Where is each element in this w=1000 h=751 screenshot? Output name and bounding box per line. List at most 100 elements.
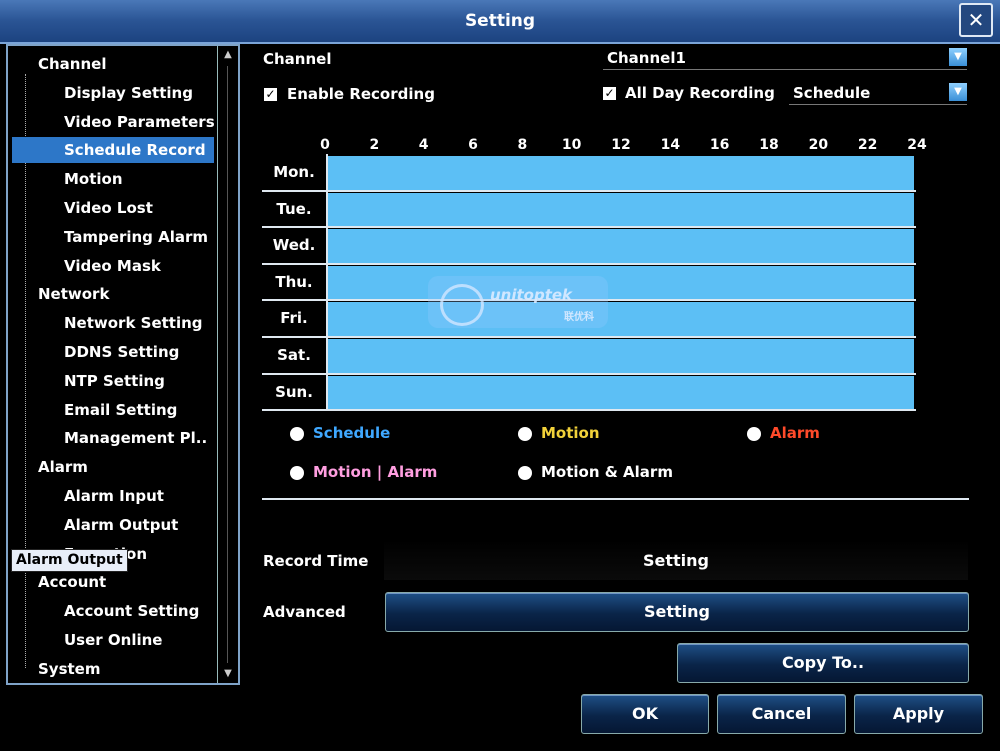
sidebar-item[interactable]: DDNS Setting: [64, 339, 179, 365]
settings-window: Setting ✕ Channel Display Setting Video Pa…: [0, 0, 1000, 751]
sidebar-item[interactable]: System: [38, 656, 100, 682]
close-icon: ✕: [967, 8, 985, 32]
sidebar-item[interactable]: Management Pl..: [64, 425, 207, 451]
chevron-down-icon: ▼: [949, 48, 967, 66]
hour-tick-label: 8: [517, 137, 528, 153]
sidebar-item[interactable]: Account: [38, 569, 106, 595]
legend-label: Alarm: [770, 424, 820, 442]
schedule-bar[interactable]: [328, 192, 914, 227]
scroll-track: [227, 66, 228, 663]
sidebar-item[interactable]: Video Lost: [64, 195, 153, 221]
sidebar-item[interactable]: Video Mask: [64, 253, 161, 279]
schedule-day-row[interactable]: Sun.: [262, 374, 916, 410]
hour-tick-label: 12: [611, 137, 631, 153]
day-label: Sun.: [275, 382, 313, 401]
record-type-value: Schedule: [793, 84, 871, 102]
sidebar-item[interactable]: Schedule Record: [12, 137, 214, 164]
sidebar-item[interactable]: Alarm Output: [64, 512, 178, 538]
record-time-setting-label: Setting: [643, 551, 709, 570]
legend-label: Schedule: [313, 424, 391, 442]
enable-recording-label: Enable Recording: [287, 85, 435, 103]
day-label: Wed.: [272, 236, 316, 255]
hour-tick-label: 4: [418, 137, 429, 153]
advanced-setting-button[interactable]: Setting: [385, 592, 969, 632]
sidebar-item[interactable]: Tampering Alarm: [64, 224, 208, 250]
record-time-label: Record Time: [263, 552, 369, 570]
sidebar-item[interactable]: Email Setting: [64, 397, 177, 423]
hour-tick-label: 10: [561, 137, 582, 153]
sidebar-item[interactable]: Network Setting: [64, 310, 203, 336]
hour-tick-label: 6: [468, 137, 478, 153]
ok-button[interactable]: OK: [581, 694, 709, 734]
watermark: unitoptek 联优科: [428, 276, 608, 328]
scroll-up-icon[interactable]: ▲: [218, 48, 238, 62]
title-bar: Setting ✕: [0, 0, 1000, 44]
channel-value: Channel1: [607, 49, 686, 67]
day-label: Thu.: [275, 272, 313, 291]
scroll-down-icon[interactable]: ▼: [218, 667, 238, 681]
copy-to-button[interactable]: Copy To..: [677, 643, 969, 683]
sidebar-item[interactable]: Channel: [38, 51, 106, 77]
hour-tick-label: 0: [320, 137, 330, 153]
schedule-bar[interactable]: [328, 265, 914, 300]
legend-label: Motion & Alarm: [541, 463, 673, 481]
legend-label: Motion | Alarm: [313, 463, 438, 481]
schedule-bar[interactable]: [328, 229, 914, 264]
record-time-setting-button[interactable]: Setting: [384, 540, 968, 580]
sidebar-item[interactable]: Alarm: [38, 454, 88, 480]
day-label: Fri.: [280, 309, 308, 328]
sidebar-item[interactable]: User Online: [64, 627, 162, 653]
apply-button[interactable]: Apply: [854, 694, 983, 734]
schedule-bar[interactable]: [328, 302, 914, 337]
settings-tree: Channel Display Setting Video Parameters Sc…: [6, 44, 240, 685]
hour-tick-label: 2: [369, 137, 380, 153]
tooltip: Alarm Output: [11, 549, 128, 572]
channel-label: Channel: [263, 50, 332, 68]
legend-label: Motion: [541, 424, 600, 442]
hour-tick-label: 14: [660, 137, 681, 153]
sidebar-item[interactable]: Motion: [64, 166, 123, 192]
channel-select[interactable]: Channel1 ▼: [603, 47, 967, 70]
schedule-day-row[interactable]: Sat.: [262, 337, 916, 373]
divider: [262, 498, 969, 500]
legend-radio-icon: [518, 466, 532, 480]
hour-tick-label: 16: [709, 137, 730, 153]
label-separator: [326, 154, 328, 410]
close-button[interactable]: ✕: [959, 3, 993, 37]
sidebar-item[interactable]: Display Setting: [64, 80, 193, 106]
schedule-day-row[interactable]: Tue.: [262, 191, 916, 227]
watermark-text: unitoptek: [490, 286, 573, 304]
sidebar-item[interactable]: NTP Setting: [64, 368, 165, 394]
watermark-cn: 联优科: [564, 312, 594, 323]
sidebar-item[interactable]: Video Parameters: [64, 109, 215, 135]
hour-tick-label: 18: [759, 137, 779, 153]
schedule-bar[interactable]: [328, 156, 914, 190]
row-separator: [262, 409, 916, 412]
watermark-logo-icon: [440, 284, 484, 326]
chevron-down-icon: ▼: [949, 83, 967, 101]
advanced-label: Advanced: [263, 603, 346, 621]
schedule-day-row[interactable]: Wed.: [262, 227, 916, 264]
day-label: Tue.: [276, 199, 312, 218]
legend-radio-icon: [290, 427, 304, 441]
schedule-day-row[interactable]: Mon.: [262, 154, 916, 190]
record-type-select[interactable]: Schedule ▼: [789, 82, 967, 105]
hour-tick-label: 20: [808, 137, 829, 153]
sidebar-item[interactable]: Alarm Input: [64, 483, 164, 509]
tree-scrollbar[interactable]: ▲ ▼: [217, 46, 238, 683]
legend-radio-icon: [518, 427, 532, 441]
sidebar-item[interactable]: Network: [38, 281, 109, 307]
legend-radio-icon: [747, 427, 761, 441]
enable-recording-checkbox[interactable]: ✓: [264, 88, 277, 101]
legend-radio-icon: [290, 466, 304, 480]
all-day-recording-label: All Day Recording: [625, 84, 775, 102]
hour-tick-label: 24: [907, 137, 927, 153]
all-day-recording-checkbox[interactable]: ✓: [603, 87, 616, 100]
schedule-bar[interactable]: [328, 375, 914, 410]
schedule-bar[interactable]: [328, 339, 914, 373]
cancel-button[interactable]: Cancel: [717, 694, 846, 734]
day-label: Sat.: [277, 346, 311, 364]
day-label: Mon.: [273, 163, 315, 181]
sidebar-item[interactable]: Account Setting: [64, 598, 199, 624]
hour-tick-label: 22: [857, 137, 878, 153]
